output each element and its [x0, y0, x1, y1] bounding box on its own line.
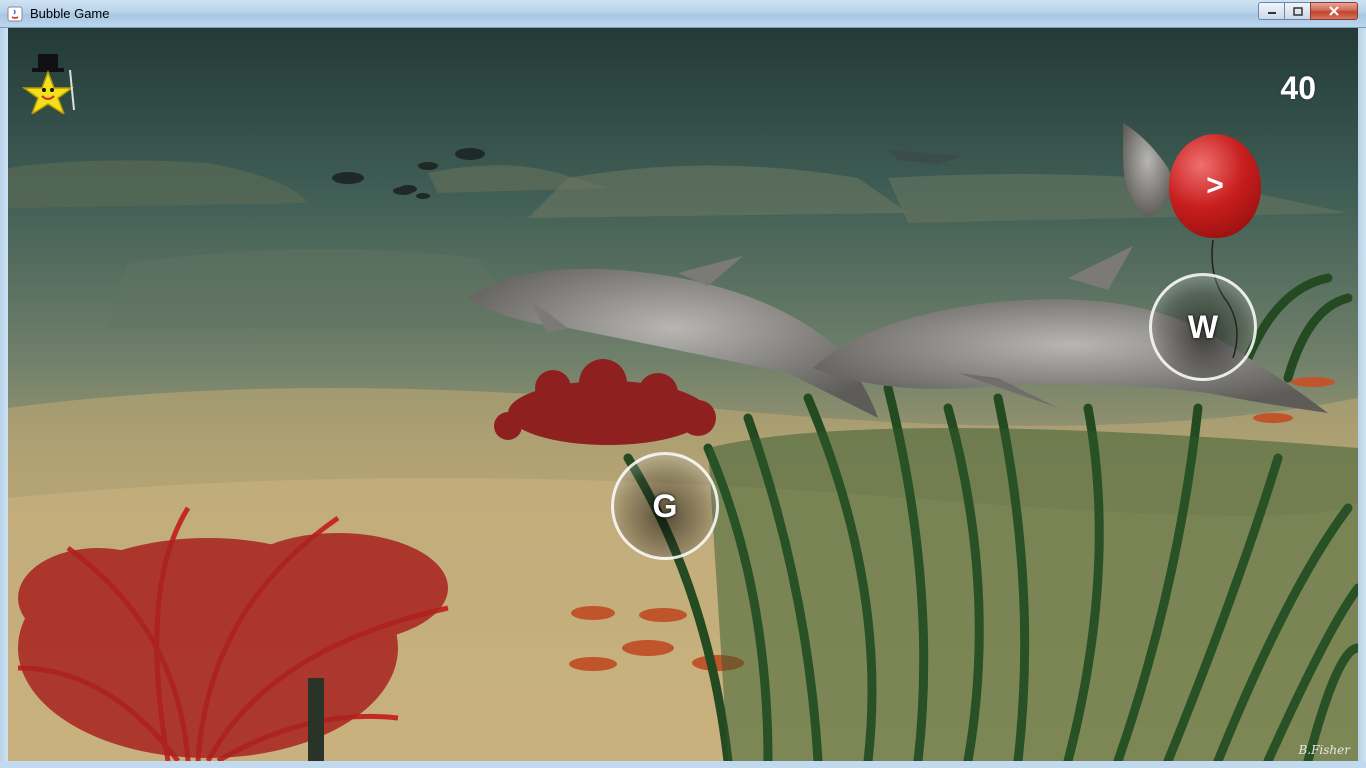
- letter-bubble-g[interactable]: G: [611, 452, 719, 560]
- artist-signature: B.Fisher: [1298, 743, 1350, 757]
- balloon-label: >: [1206, 169, 1224, 202]
- minimize-icon: [1267, 12, 1276, 14]
- letter-bubble-w[interactable]: W: [1149, 273, 1257, 381]
- underwater-background: [8, 28, 1358, 761]
- window-border-right: [1358, 28, 1366, 768]
- game-canvas[interactable]: 40 G W > B.Fisher: [8, 28, 1358, 761]
- window-border-bottom: [0, 761, 1366, 768]
- window-border-left: [0, 28, 8, 768]
- window-title: Bubble Game: [30, 6, 110, 21]
- close-icon: [1329, 6, 1339, 16]
- next-balloon-button[interactable]: >: [1169, 134, 1261, 238]
- maximize-icon: [1292, 6, 1303, 16]
- java-app-icon: [7, 6, 23, 22]
- bubble-letter: W: [1187, 308, 1219, 345]
- score-display: 40: [1280, 70, 1316, 106]
- star-with-top-hat-icon: [22, 54, 75, 114]
- minimize-button[interactable]: [1258, 2, 1285, 20]
- title-bar: Bubble Game: [0, 0, 1366, 28]
- maximize-button[interactable]: [1284, 2, 1311, 20]
- close-button[interactable]: [1310, 2, 1358, 20]
- bubble-letter: G: [652, 487, 678, 524]
